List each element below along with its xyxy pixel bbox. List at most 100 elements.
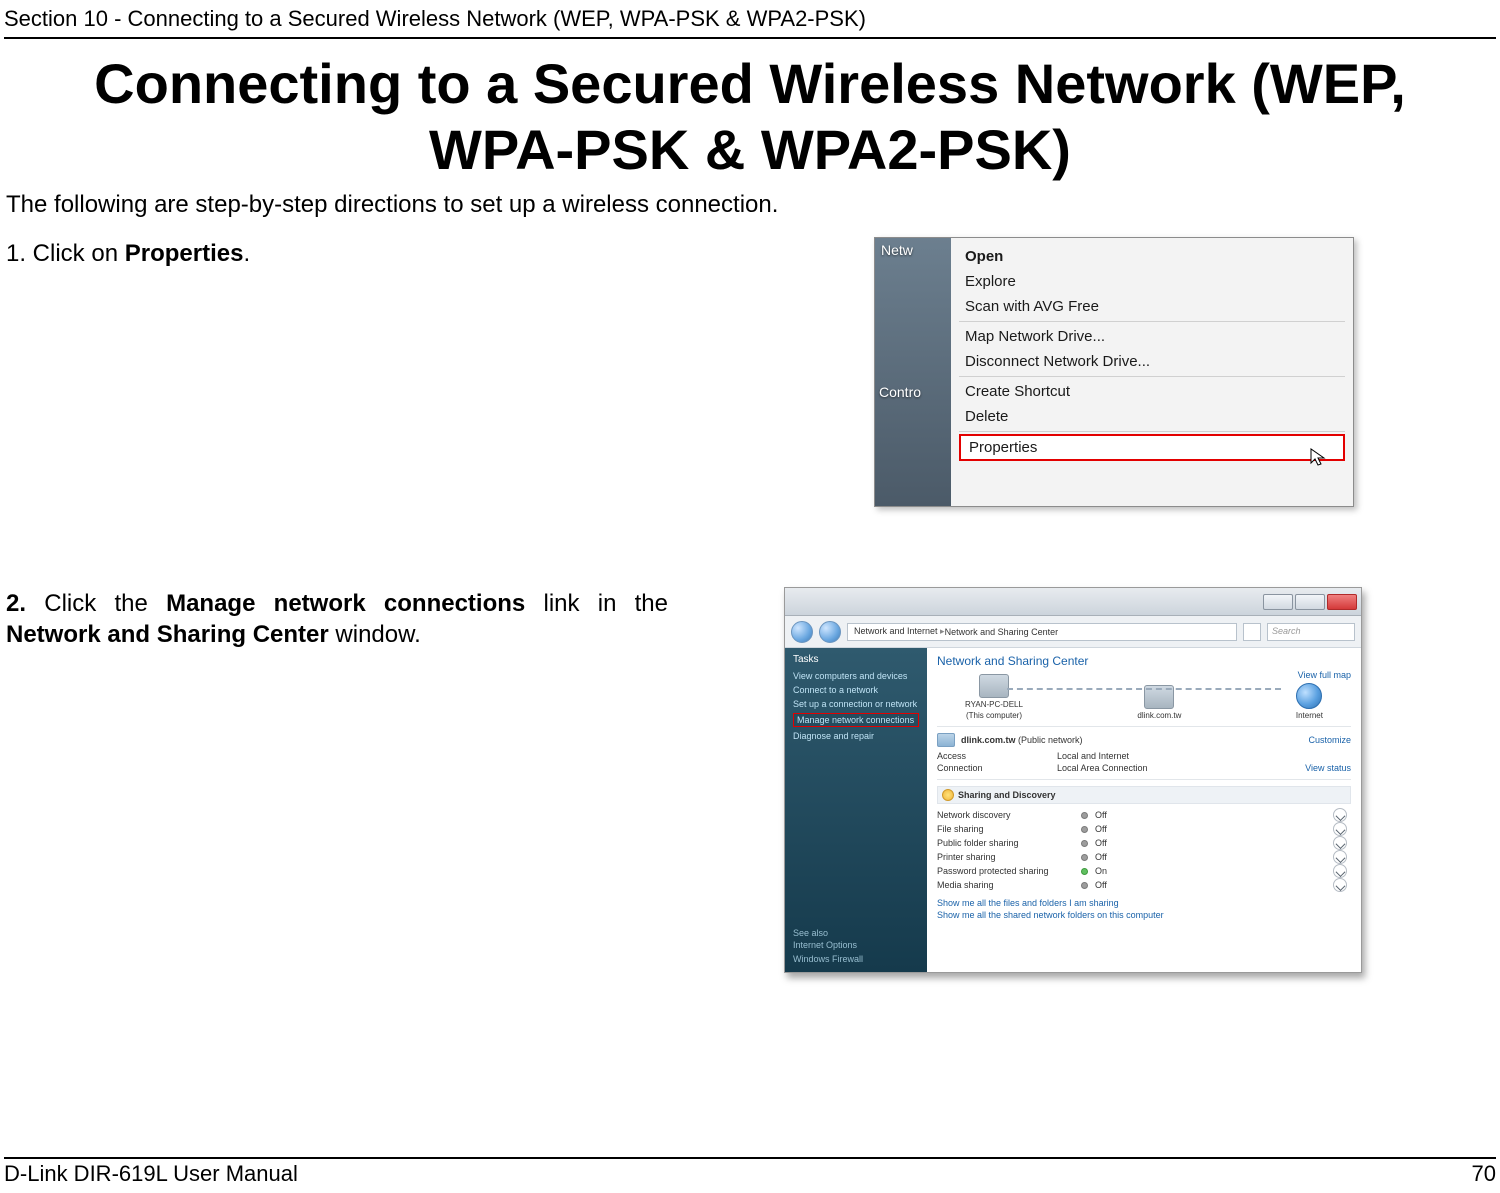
sharing-row-label: Network discovery bbox=[937, 810, 1077, 820]
status-dot-icon bbox=[1081, 854, 1088, 861]
step-2-t1: Click the bbox=[44, 590, 166, 617]
ctx-item-explore[interactable]: Explore bbox=[953, 269, 1351, 294]
nsc-title: Network and Sharing Center bbox=[937, 654, 1351, 668]
footer-left: D-Link DIR-619L User Manual bbox=[4, 1161, 298, 1187]
ctx-sep bbox=[959, 321, 1345, 322]
task-manage-connections[interactable]: Manage network connections bbox=[793, 713, 919, 727]
net-name-bold: dlink.com.tw bbox=[961, 735, 1016, 745]
step-2-b2: Network and Sharing Center bbox=[6, 621, 329, 648]
task-diagnose[interactable]: Diagnose and repair bbox=[793, 731, 919, 741]
ctx-item-open[interactable]: Open bbox=[953, 244, 1351, 269]
page-title: Connecting to a Secured Wireless Network… bbox=[0, 39, 1500, 189]
sharing-row-label: Password protected sharing bbox=[937, 866, 1077, 876]
back-button[interactable] bbox=[791, 621, 813, 643]
content-pane: Network and Sharing Center View full map… bbox=[927, 648, 1361, 972]
node2-label: dlink.com.tw bbox=[1137, 711, 1181, 720]
sharing-row-label: Printer sharing bbox=[937, 852, 1077, 862]
maximize-button[interactable] bbox=[1295, 594, 1325, 610]
minimize-button[interactable] bbox=[1263, 594, 1293, 610]
chevron-down-icon[interactable] bbox=[1333, 850, 1347, 864]
ctx-sep bbox=[959, 376, 1345, 377]
tasks-pane: Tasks View computers and devices Connect… bbox=[785, 648, 927, 972]
node1-sub: (This computer) bbox=[966, 711, 1022, 720]
status-dot-icon bbox=[1081, 826, 1088, 833]
task-setup-connection[interactable]: Set up a connection or network bbox=[793, 699, 919, 709]
ctx-item-map-drive[interactable]: Map Network Drive... bbox=[953, 324, 1351, 349]
step-1-text: 1. Click on Properties. bbox=[6, 239, 836, 270]
step-2-t3: window. bbox=[329, 621, 421, 648]
customize-link[interactable]: Customize bbox=[1308, 735, 1351, 745]
link-shared-folders[interactable]: Show me all the shared network folders o… bbox=[937, 910, 1351, 920]
map-node-internet: Internet bbox=[1296, 683, 1323, 720]
sharing-row: Media sharingOff bbox=[937, 878, 1351, 892]
view-full-map-link[interactable]: View full map bbox=[1298, 670, 1351, 680]
intro-paragraph: The following are step-by-step direction… bbox=[0, 189, 1500, 237]
connection-value: Local Area Connection bbox=[1057, 763, 1271, 773]
footer-page-number: 70 bbox=[1472, 1161, 1496, 1187]
step-1-suffix: . bbox=[243, 240, 250, 267]
search-input[interactable]: Search bbox=[1267, 623, 1355, 641]
context-menu: Open Explore Scan with AVG Free Map Netw… bbox=[951, 238, 1353, 506]
network-icon bbox=[937, 733, 955, 747]
screenshot-context-menu: Netw Contro Open Explore Scan with AVG F… bbox=[874, 237, 1354, 507]
status-dot-icon bbox=[1081, 882, 1088, 889]
task-view-computers[interactable]: View computers and devices bbox=[793, 671, 919, 681]
step-2-t2: link in the bbox=[525, 590, 668, 617]
sharing-row-state: Off bbox=[1095, 810, 1329, 820]
sharing-row-label: File sharing bbox=[937, 824, 1077, 834]
map-line bbox=[1007, 688, 1281, 690]
refresh-button[interactable] bbox=[1243, 623, 1261, 641]
separator bbox=[937, 726, 1351, 727]
chevron-down-icon[interactable] bbox=[1333, 808, 1347, 822]
screenshot-network-sharing-center: Network and Internet Network and Sharing… bbox=[784, 587, 1362, 973]
step-2-num: 2. bbox=[6, 590, 44, 617]
task-connect-network[interactable]: Connect to a network bbox=[793, 685, 919, 695]
map-node-pc: RYAN-PC-DELL (This computer) bbox=[965, 674, 1023, 720]
network-map: View full map RYAN-PC-DELL (This compute… bbox=[937, 672, 1351, 720]
map-node-router: dlink.com.tw bbox=[1137, 685, 1181, 720]
globe-icon bbox=[1296, 683, 1322, 709]
status-dot-icon bbox=[1081, 868, 1088, 875]
sharing-row: File sharingOff bbox=[937, 822, 1351, 836]
desk-label-1: Netw bbox=[881, 242, 913, 258]
desk-label-2: Contro bbox=[879, 384, 921, 400]
sharing-rows: Network discoveryOffFile sharingOffPubli… bbox=[937, 808, 1351, 892]
ctx-item-scan[interactable]: Scan with AVG Free bbox=[953, 294, 1351, 319]
status-dot-icon bbox=[1081, 812, 1088, 819]
status-dot-icon bbox=[1081, 840, 1088, 847]
breadcrumb[interactable]: Network and Internet Network and Sharing… bbox=[847, 623, 1237, 641]
chevron-down-icon[interactable] bbox=[1333, 836, 1347, 850]
chevron-down-icon[interactable] bbox=[1333, 822, 1347, 836]
close-button[interactable] bbox=[1327, 594, 1357, 610]
section-header: Section 10 - Connecting to a Secured Wir… bbox=[0, 0, 1500, 33]
sharing-icon bbox=[942, 789, 954, 801]
sharing-header: Sharing and Discovery bbox=[937, 786, 1351, 804]
chevron-down-icon[interactable] bbox=[1333, 864, 1347, 878]
tasks-title: Tasks bbox=[793, 654, 919, 665]
ctx-item-disconnect-drive[interactable]: Disconnect Network Drive... bbox=[953, 349, 1351, 374]
see-also-internet-options[interactable]: Internet Options bbox=[793, 940, 919, 950]
sharing-row: Public folder sharingOff bbox=[937, 836, 1351, 850]
node3-label: Internet bbox=[1296, 711, 1323, 720]
see-also-windows-firewall[interactable]: Windows Firewall bbox=[793, 954, 919, 964]
forward-button[interactable] bbox=[819, 621, 841, 643]
sharing-row-state: Off bbox=[1095, 852, 1329, 862]
sharing-row-state: On bbox=[1095, 866, 1329, 876]
view-status-link[interactable]: View status bbox=[1271, 763, 1351, 773]
sharing-row-label: Public folder sharing bbox=[937, 838, 1077, 848]
step-1-bold: Properties bbox=[125, 240, 244, 267]
computer-icon bbox=[979, 674, 1009, 698]
chevron-down-icon[interactable] bbox=[1333, 878, 1347, 892]
step-1-prefix: 1. Click on bbox=[6, 240, 125, 267]
ctx-item-properties[interactable]: Properties bbox=[959, 434, 1345, 461]
page-footer: D-Link DIR-619L User Manual 70 bbox=[4, 1157, 1496, 1187]
crumb-2[interactable]: Network and Sharing Center bbox=[945, 627, 1059, 637]
step-2-b1: Manage network connections bbox=[166, 590, 525, 617]
ctx-item-create-shortcut[interactable]: Create Shortcut bbox=[953, 379, 1351, 404]
ctx-properties-label: Properties bbox=[969, 439, 1037, 456]
sharing-row: Network discovery Off bbox=[937, 808, 1351, 822]
link-files-sharing[interactable]: Show me all the files and folders I am s… bbox=[937, 898, 1351, 908]
ctx-item-delete[interactable]: Delete bbox=[953, 404, 1351, 429]
address-bar-row: Network and Internet Network and Sharing… bbox=[785, 616, 1361, 648]
crumb-1[interactable]: Network and Internet bbox=[854, 626, 945, 637]
